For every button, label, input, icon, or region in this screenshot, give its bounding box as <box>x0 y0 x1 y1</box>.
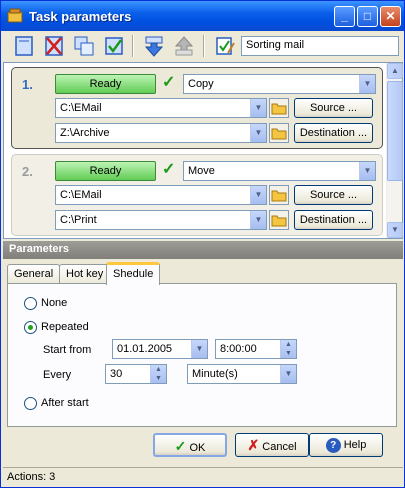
minimize-button[interactable]: _ <box>334 6 355 27</box>
destination-path-combo[interactable]: C:\Print ▼ <box>55 210 267 230</box>
destination-path-value: C:\Print <box>60 214 97 226</box>
source-path-combo[interactable]: C:\EMail ▼ <box>55 185 267 205</box>
help-label: Help <box>343 439 367 451</box>
repeated-radio[interactable] <box>24 321 37 334</box>
destination-button[interactable]: Destination ... <box>294 210 373 230</box>
task-card[interactable]: 2. Ready ✓ Move ▼ C:\EMail ▼ Source ... … <box>11 154 383 236</box>
move-up-icon[interactable] <box>173 35 195 57</box>
source-path-value: C:\EMail <box>60 189 102 201</box>
tab-general[interactable]: General <box>7 264 61 284</box>
source-button[interactable]: Source ... <box>294 98 373 118</box>
destination-button[interactable]: Destination ... <box>294 123 373 143</box>
source-button[interactable]: Source ... <box>294 185 373 205</box>
task-list: 1. Ready ✓ Copy ▼ C:\EMail ▼ Source ... … <box>3 62 403 239</box>
action-select-value: Copy <box>188 78 214 90</box>
scroll-down-icon[interactable]: ▼ <box>387 222 403 238</box>
copy-task-icon[interactable] <box>73 35 95 57</box>
folder-browse-icon[interactable] <box>269 210 289 230</box>
folder-browse-icon[interactable] <box>269 123 289 143</box>
status-bar: Actions: 3 <box>3 467 403 487</box>
move-down-icon[interactable] <box>143 35 165 57</box>
task-card[interactable]: 1. Ready ✓ Copy ▼ C:\EMail ▼ Source ... … <box>11 67 383 149</box>
tab-hot-key[interactable]: Hot key <box>59 264 111 284</box>
app-icon <box>7 8 23 23</box>
cancel-icon: ✗ <box>247 437 260 453</box>
none-label[interactable]: None <box>41 297 67 309</box>
every-unit-select[interactable]: Minute(s) ▼ <box>187 364 297 384</box>
chevron-down-icon[interactable]: ▼ <box>250 99 266 117</box>
source-path-combo[interactable]: C:\EMail ▼ <box>55 98 267 118</box>
action-select[interactable]: Copy ▼ <box>183 74 376 94</box>
scroll-up-icon[interactable]: ▲ <box>387 63 403 79</box>
start-from-label: Start from <box>43 344 92 356</box>
folder-browse-icon[interactable] <box>269 98 289 118</box>
maximize-button[interactable]: □ <box>357 6 378 27</box>
task-list-scrollbar[interactable]: ▲ ▼ <box>386 63 403 238</box>
chevron-down-icon[interactable]: ▼ <box>359 162 375 180</box>
task-status-button[interactable]: Ready <box>55 74 156 94</box>
parameter-tabs: General Hot key Shedule <box>7 262 397 285</box>
task-number: 2. <box>22 164 33 179</box>
spinner-arrows-icon[interactable]: ▲ ▼ <box>150 365 166 383</box>
close-button[interactable]: ✕ <box>380 6 401 27</box>
ok-icon: ✓ <box>174 438 187 454</box>
action-select-value: Move <box>188 165 215 177</box>
task-name-input[interactable]: Sorting mail <box>241 36 399 56</box>
delete-task-icon[interactable] <box>43 35 65 57</box>
chevron-down-icon[interactable]: ▼ <box>250 124 266 142</box>
shedule-panel: None Repeated Start from 01.01.2005 ▼ 8:… <box>7 283 397 427</box>
source-path-value: C:\EMail <box>60 102 102 114</box>
help-button[interactable]: ? Help <box>309 433 383 457</box>
start-time-value: 8:00:00 <box>220 343 257 355</box>
parameters-header: Parameters <box>3 241 403 259</box>
new-task-icon[interactable] <box>13 35 35 57</box>
folder-browse-icon[interactable] <box>269 185 289 205</box>
spinner-arrows-icon[interactable]: ▲ ▼ <box>280 340 296 358</box>
every-unit-value: Minute(s) <box>192 368 238 380</box>
chevron-down-icon[interactable]: ▼ <box>280 365 296 383</box>
task-number: 1. <box>22 77 33 92</box>
check-icon: ✓ <box>162 74 176 91</box>
check-icon: ✓ <box>162 161 176 178</box>
toolbar-separator <box>203 35 205 57</box>
ok-label: OK <box>189 442 206 454</box>
check-task-icon[interactable] <box>103 35 125 57</box>
start-date-picker[interactable]: 01.01.2005 ▼ <box>112 339 208 359</box>
repeated-label[interactable]: Repeated <box>41 321 89 333</box>
title-bar[interactable]: Task parameters _ □ ✕ <box>1 1 404 31</box>
chevron-down-icon[interactable]: ▼ <box>250 211 266 229</box>
tab-shedule[interactable]: Shedule <box>106 262 161 285</box>
ok-button[interactable]: ✓ OK <box>153 433 227 457</box>
toolbar-separator <box>132 35 134 57</box>
task-parameters-window: Task parameters _ □ ✕ Sorting mail 1. Re… <box>0 0 405 488</box>
destination-path-combo[interactable]: Z:\Archive ▼ <box>55 123 267 143</box>
every-value-field[interactable]: 30 ▲ ▼ <box>105 364 167 384</box>
help-icon: ? <box>325 437 341 453</box>
after-start-label[interactable]: After start <box>41 397 89 409</box>
chevron-down-icon[interactable]: ▼ <box>359 75 375 93</box>
destination-path-value: Z:\Archive <box>60 127 110 139</box>
cancel-button[interactable]: ✗ Cancel <box>235 433 309 457</box>
action-select[interactable]: Move ▼ <box>183 161 376 181</box>
scroll-thumb[interactable] <box>387 81 403 181</box>
none-radio[interactable] <box>24 297 37 310</box>
task-status-button[interactable]: Ready <box>55 161 156 181</box>
every-label: Every <box>43 369 72 381</box>
rename-task-icon[interactable] <box>214 35 236 57</box>
chevron-down-icon[interactable]: ▼ <box>250 186 266 204</box>
start-time-field[interactable]: 8:00:00 ▲ ▼ <box>215 339 297 359</box>
window-title: Task parameters <box>29 9 132 24</box>
every-value: 30 <box>110 368 123 380</box>
chevron-down-icon[interactable]: ▼ <box>191 340 207 358</box>
start-date-value: 01.01.2005 <box>117 343 173 355</box>
actions-count: Actions: 3 <box>7 471 56 483</box>
after-start-radio[interactable] <box>24 397 37 410</box>
cancel-label: Cancel <box>262 441 297 453</box>
toolbar: Sorting mail <box>3 31 403 61</box>
